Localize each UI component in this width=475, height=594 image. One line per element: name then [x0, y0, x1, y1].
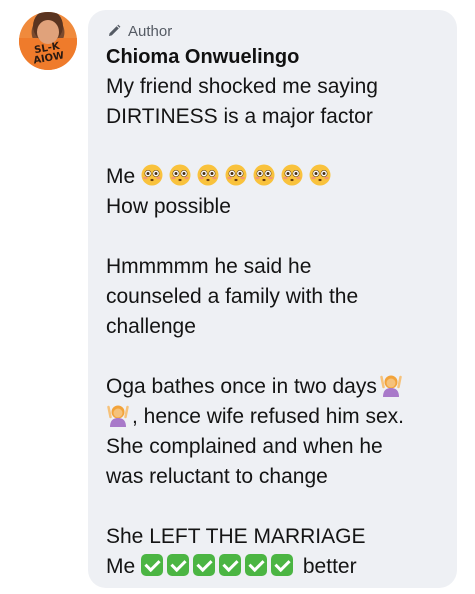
text-line: counseled a family with the: [106, 285, 359, 308]
comment-text: My friend shocked me saying DIRTINESS is…: [106, 72, 441, 582]
paragraph-5: She LEFT THE MARRIAGE Me better: [106, 522, 441, 582]
author-name[interactable]: Chioma Onwuelingo: [106, 45, 441, 69]
text-segment: , hence wife refused him sex.: [132, 405, 404, 428]
text-line: Hmmmmm he said he: [106, 255, 312, 278]
flushed-face-emoji: [141, 164, 163, 186]
text-line: challenge: [106, 315, 196, 338]
comment-bubble: Author Chioma Onwuelingo My friend shock…: [88, 10, 457, 588]
text-line: She complained and when he: [106, 435, 383, 458]
avatar[interactable]: SL-K AIOW: [19, 12, 77, 70]
flushed-emoji-row: [141, 164, 331, 188]
woman-raising-hands-emoji: [380, 375, 402, 397]
me-text: Me: [106, 165, 136, 188]
text-segment: Oga bathes once in two days: [106, 375, 377, 398]
check-emoji-row: [141, 554, 297, 578]
text-line: Oga bathes once in two days: [106, 372, 441, 402]
text-line: was reluctant to change: [106, 465, 328, 488]
text-line: DIRTINESS is a major factor: [106, 105, 373, 128]
paragraph-3: Hmmmmm he said he counseled a family wit…: [106, 252, 441, 342]
check-mark-button-emoji: [167, 554, 190, 576]
flushed-face-emoji: [281, 164, 303, 186]
text-line: Me better: [106, 552, 441, 582]
author-badge: Author: [106, 22, 441, 40]
check-mark-button-emoji: [271, 554, 294, 576]
paragraph-4: Oga bathes once in two days , hence wife…: [106, 372, 441, 492]
text-line: Me: [106, 162, 441, 192]
flushed-face-emoji: [309, 164, 331, 186]
better-text: better: [302, 555, 357, 578]
paragraph-2: Me How possible: [106, 162, 441, 222]
text-line: She LEFT THE MARRIAGE: [106, 525, 366, 548]
paragraph-1: My friend shocked me saying DIRTINESS is…: [106, 72, 441, 132]
check-mark-button-emoji: [219, 554, 242, 576]
woman-raising-hands-emoji: [107, 405, 129, 427]
pencil-icon: [106, 23, 122, 39]
author-badge-label: Author: [128, 22, 173, 40]
check-mark-button-emoji: [193, 554, 216, 576]
flushed-face-emoji: [169, 164, 191, 186]
flushed-face-emoji: [197, 164, 219, 186]
text-line: , hence wife refused him sex.: [106, 402, 441, 432]
check-mark-button-emoji: [245, 554, 268, 576]
text-line: How possible: [106, 195, 231, 218]
flushed-face-emoji: [253, 164, 275, 186]
flushed-face-emoji: [225, 164, 247, 186]
check-mark-button-emoji: [141, 554, 164, 576]
text-line: My friend shocked me saying: [106, 75, 378, 98]
me-text: Me: [106, 555, 136, 578]
